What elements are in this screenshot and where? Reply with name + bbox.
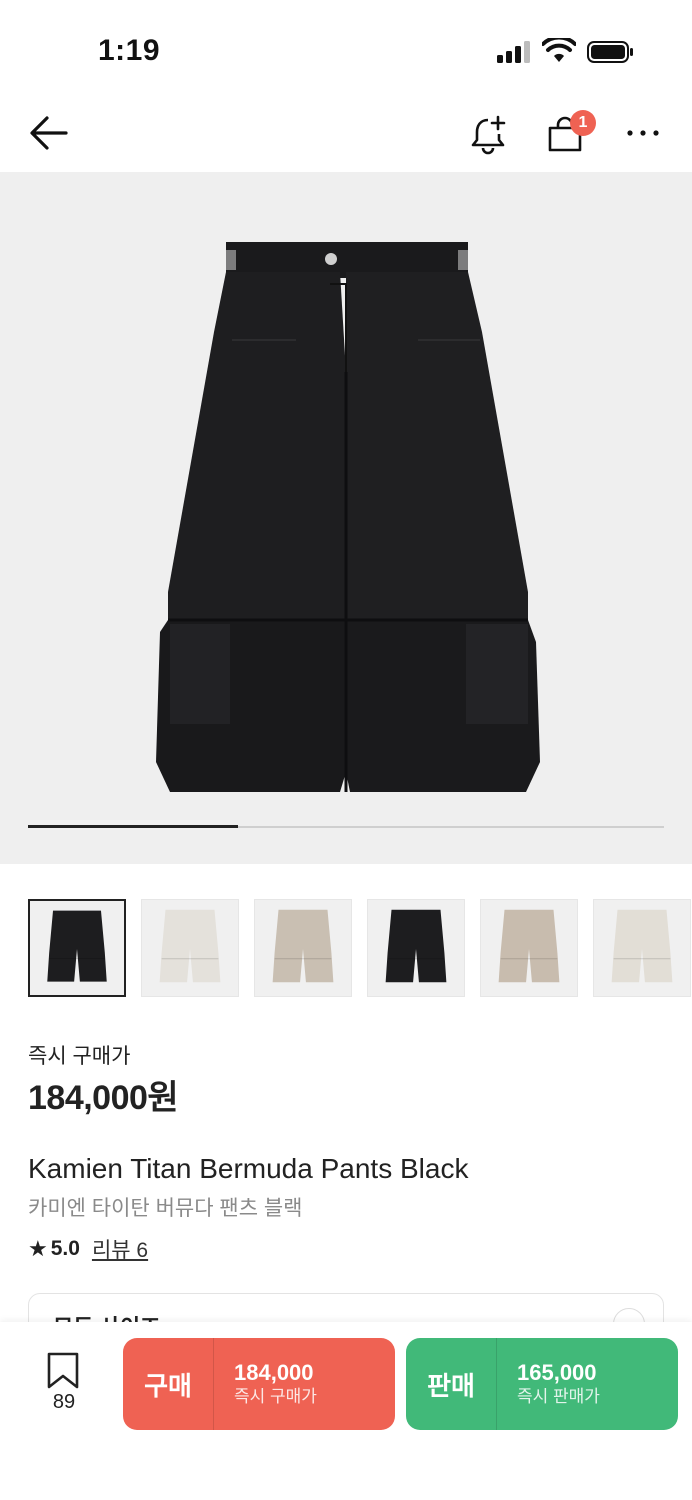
battery-icon [587,41,633,63]
sell-button[interactable]: 판매 165,000 즉시 판매가 [406,1338,678,1430]
wifi-icon [542,38,576,62]
rating-row: ★ 5.0 리뷰 6 [28,1234,148,1264]
buy-amount: 184,000 [234,1360,314,1385]
bell-plus-icon[interactable] [468,113,510,155]
back-arrow-icon[interactable] [28,114,70,152]
thumbnail-3[interactable] [254,899,352,997]
status-time: 1:19 [98,34,161,67]
bermuda-pants-image [156,242,540,792]
review-link[interactable]: 리뷰 6 [92,1234,148,1264]
product-name-en: Kamien Titan Bermuda Pants Black [28,1153,469,1184]
buy-button[interactable]: 구매 184,000 즉시 구매가 [123,1338,395,1430]
thumbnail-2[interactable] [141,899,239,997]
sell-amount: 165,000 [517,1360,597,1385]
thumbnail-6[interactable] [593,899,691,997]
price-label: 즉시 구매가 [28,1045,131,1068]
thumbnail-4[interactable] [367,899,465,997]
rating-score: 5.0 [50,1237,80,1260]
gallery-progress-fill [28,825,238,828]
cellular-signal-icon [497,41,530,63]
thumbnail-5[interactable] [480,899,578,997]
product-image[interactable] [0,172,692,864]
bookmark-icon[interactable] [46,1352,80,1390]
more-icon[interactable] [626,128,660,138]
product-name-ko: 카미엔 타이탄 버뮤다 팬츠 블랙 [28,1197,303,1220]
bookmark-count: 89 [52,1391,76,1413]
sell-sublabel: 즉시 판매가 [517,1387,600,1406]
buy-sublabel: 즉시 구매가 [234,1387,317,1406]
sell-button-label: 판매 [427,1370,475,1401]
buy-button-label: 구매 [144,1370,192,1401]
star-icon: ★ [28,1236,48,1261]
cart-badge: 1 [570,110,596,136]
price-value: 184,000원 [28,1079,179,1117]
thumbnail-1[interactable] [28,899,126,997]
